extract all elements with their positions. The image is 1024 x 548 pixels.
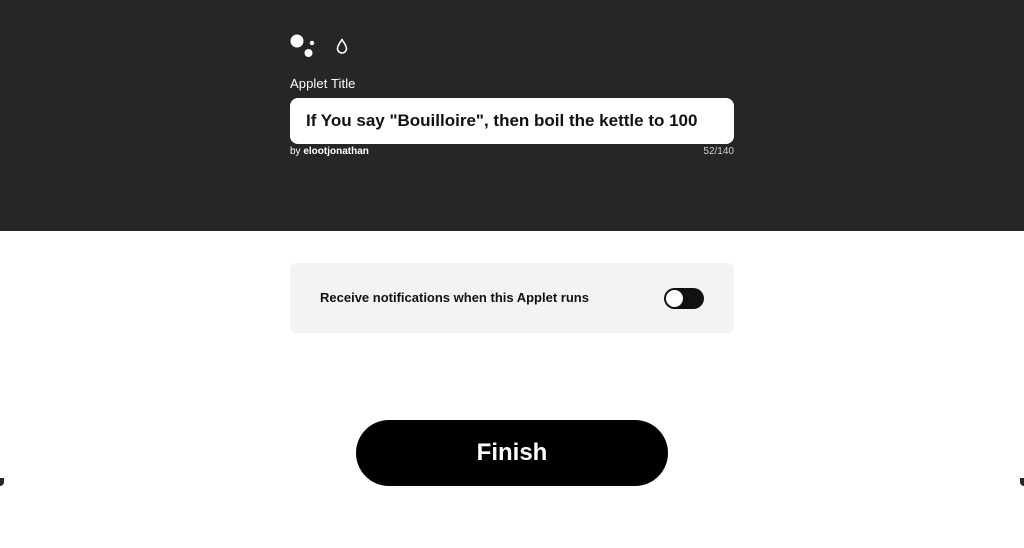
notifications-label: Receive notifications when this Applet r… xyxy=(320,290,589,305)
finish-button[interactable]: Finish xyxy=(356,420,668,486)
toggle-knob xyxy=(666,290,683,307)
water-drop-icon xyxy=(336,38,348,54)
google-assistant-icon xyxy=(290,34,315,57)
notifications-toggle[interactable] xyxy=(664,288,704,309)
applet-title-field[interactable]: If You say "Bouilloire", then boil the k… xyxy=(290,98,734,144)
applet-title-value[interactable]: If You say "Bouilloire", then boil the k… xyxy=(306,111,697,131)
applet-setup-page: Applet Title If You say "Bouilloire", th… xyxy=(0,0,1024,548)
service-icons xyxy=(290,34,360,58)
character-counter: 52/140 xyxy=(703,146,734,157)
notifications-card: Receive notifications when this Applet r… xyxy=(290,263,734,333)
sheet-corner-right xyxy=(1020,478,1024,486)
applet-header: Applet Title If You say "Bouilloire", th… xyxy=(0,0,1024,231)
author-prefix: by xyxy=(290,146,301,157)
applet-title-label: Applet Title xyxy=(290,76,356,91)
author-name: elootjonathan xyxy=(303,146,369,157)
sheet-corner-left xyxy=(0,478,4,486)
author-line: by elootjonathan xyxy=(290,146,369,157)
